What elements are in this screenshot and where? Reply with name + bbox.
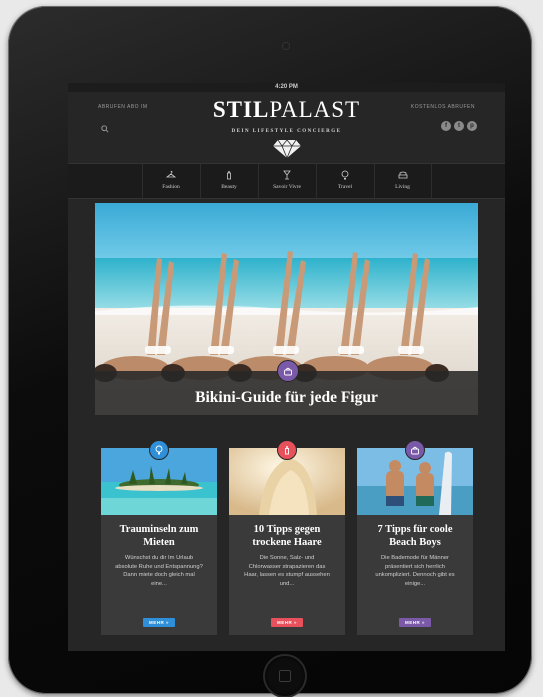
bottle-icon [285, 446, 289, 455]
site-header: Abrufen Abo IM Kostenlos Abrufen f t p S… [68, 92, 505, 163]
hero-article[interactable]: Bikini-Guide für jede Figur [95, 203, 478, 415]
article-cards: Trauminseln zum Mieten Wünschst du dir I… [101, 440, 473, 635]
article-card[interactable]: 10 Tipps gegen trockene Haare Die Sonne,… [229, 440, 345, 635]
diamond-icon [273, 139, 301, 159]
nav-label: Travel [337, 184, 353, 190]
nav-item-savoir-vivre[interactable]: Savoir Vivre [257, 164, 316, 198]
hero-title[interactable]: Bikini-Guide für jede Figur [95, 389, 478, 407]
nav-item-living[interactable]: Living [373, 164, 432, 198]
camera-icon [283, 43, 289, 49]
nav-item-travel[interactable]: Travel [315, 164, 374, 198]
tablet-frame: 4:20 PM Abrufen Abo IM Kostenlos Abrufen… [8, 6, 532, 696]
nav-item-fashion[interactable]: Fashion [141, 164, 200, 198]
more-button[interactable]: MEHR » [271, 618, 303, 627]
article-card[interactable]: 7 Tipps für coole Beach Boys Die Bademod… [357, 440, 473, 635]
article-card[interactable]: Trauminseln zum Mieten Wünschst du dir I… [101, 440, 217, 635]
hanger-icon [166, 170, 176, 178]
card-text: Wünschst du dir Im Urlaub absolute Ruhe … [115, 555, 203, 587]
card-text: Die Sonne, Salz- und Chlorwasser strapaz… [244, 555, 330, 587]
card-title[interactable]: 7 Tipps für coole Beach Boys [363, 523, 467, 549]
card-category-badge [277, 440, 297, 460]
bottle-icon [227, 171, 231, 180]
card-title[interactable]: 10 Tipps gegen trockene Haare [235, 523, 339, 549]
glass-icon [283, 170, 291, 180]
sofa-icon [398, 171, 407, 179]
logo-bold: STIL [212, 97, 270, 122]
more-button[interactable]: MEHR » [143, 618, 175, 627]
home-button[interactable] [265, 656, 305, 696]
nav-label: Savoir Vivre [273, 184, 301, 190]
balloon-icon [155, 445, 163, 455]
card-category-badge [405, 440, 425, 460]
home-square-icon [279, 670, 291, 682]
card-category-badge [149, 440, 169, 460]
bag-icon [284, 367, 292, 376]
card-title[interactable]: Trauminseln zum Mieten [107, 523, 211, 549]
balloon-icon [341, 170, 349, 180]
nav-label: Beauty [221, 184, 237, 190]
bag-icon [411, 446, 419, 455]
nav-label: Living [395, 184, 410, 190]
category-nav: Fashion Beauty Savoir Vivre Travel Livin… [68, 163, 505, 199]
screen: 4:20 PM Abrufen Abo IM Kostenlos Abrufen… [68, 83, 505, 651]
more-button[interactable]: MEHR » [399, 618, 431, 627]
card-text: Die Bademode für Männer präsentiert sich… [375, 555, 455, 587]
site-logo[interactable]: STILPALAST [68, 97, 505, 123]
nav-item-beauty[interactable]: Beauty [199, 164, 258, 198]
tagline: DEIN LIFESTYLE CONCIERGE [231, 129, 342, 134]
nav-label: Fashion [162, 184, 180, 190]
logo-light: PALAST [269, 97, 361, 122]
hero-category-badge [277, 360, 299, 382]
status-bar-time: 4:20 PM [68, 83, 505, 92]
